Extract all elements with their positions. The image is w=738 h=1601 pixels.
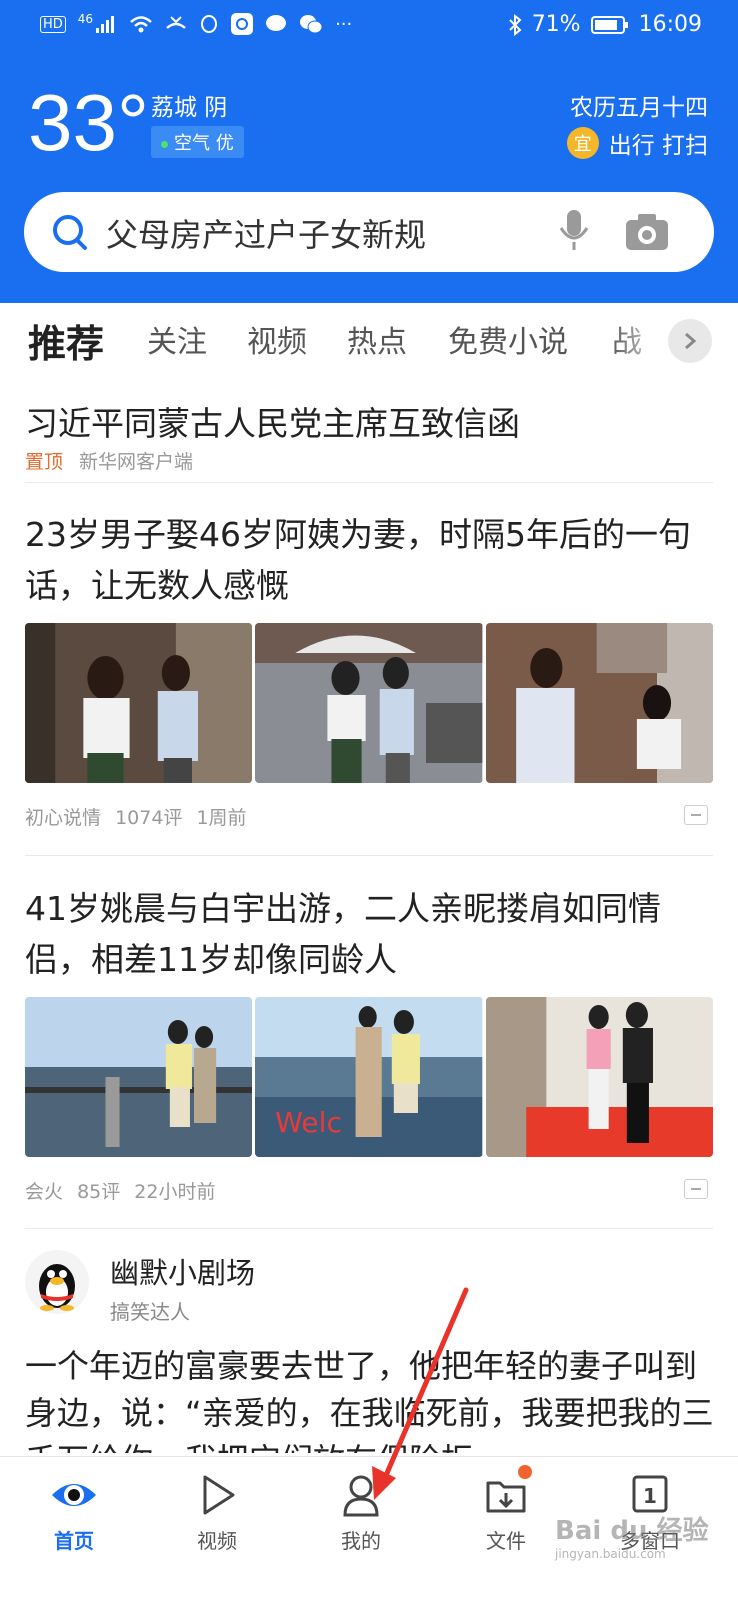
camera-icon[interactable] [624,212,670,252]
chevron-right-icon [685,332,697,350]
missed-call-icon [166,16,186,29]
almanac[interactable]: 宜 出行 打扫 [566,126,708,160]
pinned-meta: 置顶 新华网客户端 [25,447,193,474]
news-image[interactable] [25,623,253,783]
author-subtitle: 搞笑达人 [110,1300,190,1324]
news-source-1: 初心说情 [25,807,102,829]
svg-text:1: 1 [643,1484,657,1508]
news-image[interactable] [25,997,253,1157]
network-label: 46 [77,12,94,26]
pinned-tag: 置顶 [25,451,64,473]
wechat-icon [300,15,323,34]
tab-recommend[interactable]: 推荐 [28,313,104,368]
tab-hot[interactable]: 热点 [347,317,407,361]
lunar-date[interactable]: 农历五月十四 [570,88,708,122]
tab-follow[interactable]: 关注 [147,317,207,361]
svg-text:Welc: Welc [275,1106,342,1139]
tab-novel[interactable]: 免费小说 [448,317,568,361]
news-title-2[interactable]: 41岁姚晨与白宇出游，二人亲昵搂肩如同情侣，相差11岁却像同龄人 [25,883,715,985]
news-time-2: 22小时前 [134,1181,216,1203]
news-image[interactable] [255,623,483,783]
post-text[interactable]: 一个年迈的富豪要去世了，他把年轻的妻子叫到身边，说：“亲爱的，在我临死前，我要把… [25,1343,715,1453]
channel-tabs: 推荐 关注 视频 热点 免费小说 战 [0,303,738,379]
nav-mine[interactable]: 我的 [287,1457,435,1601]
city-weather[interactable]: 荔城 阴 [151,88,227,122]
author-avatar[interactable] [25,1250,89,1314]
status-bar: HD 46 ··· 71% 16:09 [0,0,738,52]
watermark-sub: jingyan.baidu.com [555,1547,666,1561]
news-images-1[interactable] [25,623,713,783]
hd-icon: HD [40,15,66,33]
more-notifications-icon: ··· [335,13,353,35]
author-name[interactable]: 幽默小剧场 [110,1250,255,1292]
news-comments-2: 85评 [77,1181,121,1203]
dismiss-button[interactable] [684,1179,708,1199]
news-meta-1: 初心说情 1074评 1周前 [25,803,247,830]
message-icon [266,15,287,31]
browser-notif-icon [231,13,254,35]
play-icon [203,1475,235,1515]
nav-mine-label: 我的 [341,1529,381,1553]
search-icon [53,215,87,250]
almanac-text: 出行 打扫 [608,133,708,159]
yi-badge: 宜 [566,127,599,159]
news-image[interactable]: Welc [255,997,483,1157]
bluetooth-icon [508,13,522,36]
news-comments-1: 1074评 [115,807,183,829]
news-source-2: 会火 [25,1181,64,1203]
qq-penguin-icon [39,1264,75,1311]
tab-video[interactable]: 视频 [247,317,307,361]
pinned-news-title[interactable]: 习近平同蒙古人民党主席互致信函 [25,398,715,449]
nav-home[interactable]: 首页 [0,1457,148,1601]
news-meta-2: 会火 85评 22小时前 [25,1177,215,1204]
news-time-1: 1周前 [196,807,247,829]
eye-icon [52,1484,96,1506]
baidu-watermark: Bai du 经验 jingyan.baidu.com [555,1510,709,1561]
qq-icon [201,15,218,33]
battery-percent: 71% [531,12,581,37]
dismiss-button[interactable] [684,805,708,825]
air-dot-icon [161,140,168,148]
nav-video[interactable]: 视频 [143,1457,291,1601]
search-bar[interactable]: 父母房产过户子女新规 [24,192,714,272]
pinned-source: 新华网客户端 [79,451,194,473]
search-placeholder[interactable]: 父母房产过户子女新规 [106,210,426,256]
news-image[interactable] [485,997,713,1157]
air-quality-label: 空气 优 [174,133,234,154]
signal-icon [96,16,115,33]
battery-icon [590,15,628,34]
air-quality-badge: 空气 优 [151,126,244,158]
microphone-icon[interactable] [556,208,592,254]
top-header: HD 46 ··· 71% 16:09 33° 荔城 阴 空气 优 农历五月十四… [0,0,738,303]
nav-video-label: 视频 [197,1529,237,1553]
watermark-main: Bai du 经验 [555,1516,709,1546]
news-title-1[interactable]: 23岁男子娶46岁阿姨为妻，时隔5年后的一句话，让无数人感慨 [25,509,715,611]
wifi-icon [130,16,152,33]
news-images-2[interactable]: Welc [25,997,713,1157]
nav-home-label: 首页 [54,1529,94,1553]
notification-dot [518,1465,532,1479]
more-tabs-button[interactable] [668,319,712,363]
temperature[interactable]: 33° [28,78,149,168]
news-image[interactable] [485,623,713,783]
person-icon [343,1475,379,1517]
clock: 16:09 [638,12,702,37]
